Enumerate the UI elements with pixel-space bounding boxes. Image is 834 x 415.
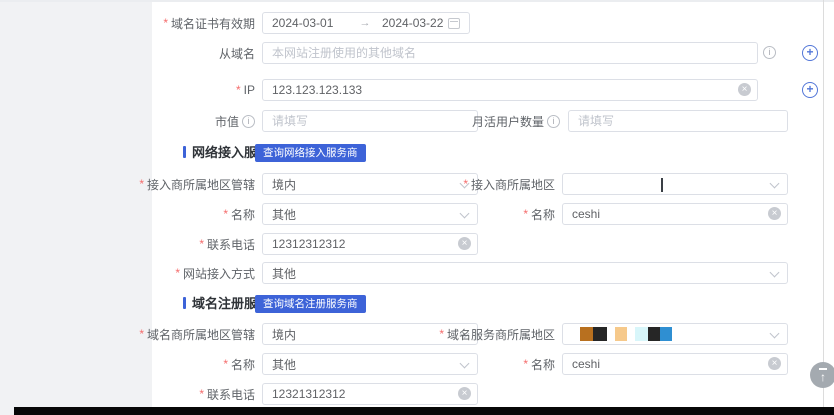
add-domain-button[interactable]: + (802, 45, 818, 61)
domain-name-field-wrap: × (562, 353, 788, 375)
required-marker: * (236, 84, 241, 96)
required-marker: * (223, 208, 228, 220)
access-region-jurisdiction-label: * 接入商所属地区管辖 (40, 173, 255, 195)
required-marker: * (523, 358, 528, 370)
market-value-label: 市值 i (40, 110, 255, 132)
info-icon[interactable]: i (242, 115, 255, 128)
access-name-input[interactable] (562, 203, 788, 225)
access-region-select[interactable] (562, 173, 788, 195)
chevron-down-icon (770, 329, 780, 339)
query-domain-registrar-button[interactable]: 查询域名注册服务商 (255, 295, 366, 313)
query-network-access-provider-button[interactable]: 查询网络接入服务商 (255, 144, 366, 162)
required-marker: * (199, 388, 204, 400)
date-end-value[interactable]: 2024-03-22 (382, 16, 448, 30)
back-to-top-bar (819, 368, 827, 370)
access-name-label: * 名称 (340, 203, 555, 225)
bottom-black-bar (14, 407, 834, 415)
required-marker: * (175, 267, 180, 279)
from-domain-label: 从域名 (40, 42, 255, 64)
domain-region-label: * 域名服务商所属地区 (340, 323, 555, 345)
info-icon[interactable]: i (547, 115, 560, 128)
cert-validity-date-range[interactable]: 2024-03-01 → 2024-03-22 (262, 12, 470, 34)
domain-phone-label: * 联系电话 (40, 383, 255, 405)
monthly-active-users-field-wrap (568, 110, 788, 132)
right-divider (823, 0, 824, 407)
required-marker: * (139, 178, 144, 190)
clear-icon[interactable]: × (768, 207, 781, 220)
clear-icon[interactable]: × (768, 357, 781, 370)
monthly-active-users-input[interactable] (568, 110, 788, 132)
calendar-icon[interactable] (448, 18, 460, 29)
from-domain-field-wrap (262, 42, 758, 64)
clear-icon[interactable]: × (458, 387, 471, 400)
domain-region-select[interactable] (562, 323, 788, 345)
access-region-label: * 接入商所属地区 (340, 173, 555, 195)
domain-phone-field-wrap: × (262, 383, 478, 405)
chevron-down-icon (770, 268, 780, 278)
required-marker: * (139, 328, 144, 340)
section-accent-bar (183, 146, 186, 158)
monthly-active-users-label: 月活用户数量 i (420, 110, 560, 132)
text-caret (661, 178, 663, 192)
date-range-separator: → (348, 17, 382, 29)
date-start-value[interactable]: 2024-03-01 (272, 16, 348, 30)
chevron-down-icon (770, 179, 780, 189)
clear-icon[interactable]: × (738, 83, 751, 96)
domain-name-label: * 名称 (340, 353, 555, 375)
back-to-top-button[interactable]: ↑ (810, 362, 834, 388)
required-marker: * (163, 17, 168, 29)
required-marker: * (223, 358, 228, 370)
access-phone-input[interactable] (262, 233, 478, 255)
arrow-up-icon: ↑ (820, 371, 826, 383)
clear-icon[interactable]: × (458, 237, 471, 250)
access-phone-field-wrap: × (262, 233, 478, 255)
required-marker: * (199, 238, 204, 250)
domain-region-jurisdiction-label: * 域名商所属地区管辖 (40, 323, 255, 345)
from-domain-input[interactable] (262, 42, 758, 64)
ip-field-wrap: × (262, 79, 758, 101)
info-icon[interactable]: i (763, 46, 776, 59)
domain-phone-input[interactable] (262, 383, 478, 405)
access-name-field-wrap: × (562, 203, 788, 225)
access-method-select[interactable]: 其他 (262, 262, 788, 284)
ip-label: * IP (40, 79, 255, 101)
access-name-type-label: * 名称 (40, 203, 255, 225)
cert-validity-label: * 域名证书有效期 (40, 12, 255, 34)
ip-input[interactable] (262, 79, 758, 101)
domain-name-input[interactable] (562, 353, 788, 375)
region-color-swatches (580, 324, 672, 344)
required-marker: * (523, 208, 528, 220)
section-accent-bar (183, 297, 186, 309)
add-ip-button[interactable]: + (802, 82, 818, 98)
domain-name-type-label: * 名称 (40, 353, 255, 375)
required-marker: * (463, 178, 468, 190)
access-phone-label: * 联系电话 (40, 233, 255, 255)
required-marker: * (439, 328, 444, 340)
access-method-label: * 网站接入方式 (40, 262, 255, 284)
